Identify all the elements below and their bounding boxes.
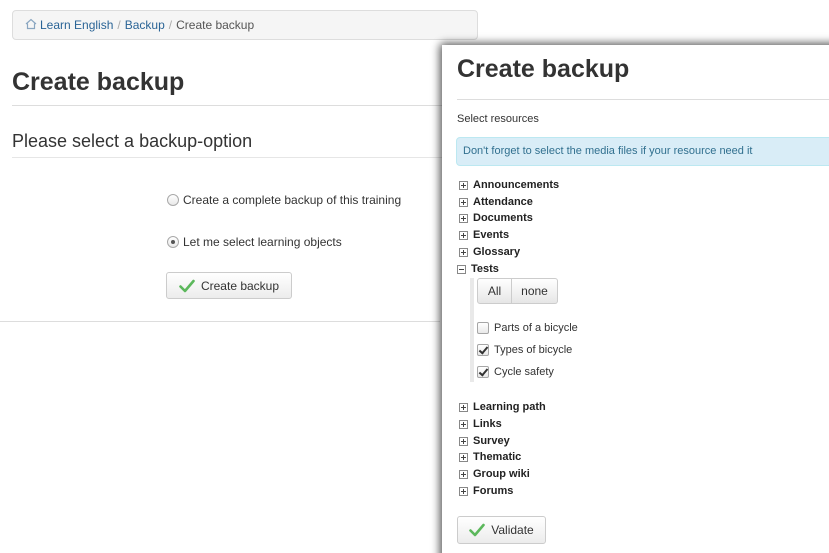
expand-icon[interactable] xyxy=(459,213,468,223)
create-backup-button-label: Create backup xyxy=(200,278,280,293)
expand-icon[interactable] xyxy=(459,197,468,207)
home-icon[interactable] xyxy=(25,18,37,30)
section-subtitle: Please select a backup-option xyxy=(12,131,253,151)
check-icon xyxy=(179,279,195,292)
resource-label: Documents xyxy=(473,212,533,224)
resource-label: Links xyxy=(473,418,502,430)
resource-item-announcements[interactable]: Announcements xyxy=(459,178,559,192)
option-select-objects-label: Let me select learning objects xyxy=(183,235,342,249)
validate-button[interactable]: Validate xyxy=(457,516,546,544)
checkbox[interactable] xyxy=(477,366,489,378)
breadcrumb: Learn English / Backup / Create backup xyxy=(12,10,478,40)
resource-label: Group wiki xyxy=(473,468,530,480)
resource-page-title: Create backup xyxy=(457,55,630,83)
expand-icon[interactable] xyxy=(459,180,468,190)
test-item-parts-of-bicycle[interactable]: Parts of a bicycle xyxy=(477,322,578,334)
breadcrumb-separator: / xyxy=(117,18,121,32)
option-complete-backup[interactable]: Create a complete backup of this trainin… xyxy=(167,193,401,207)
subtitle-divider xyxy=(12,157,482,158)
select-all-button[interactable]: All xyxy=(477,278,512,304)
resource-label: Glossary xyxy=(473,246,521,258)
expand-icon[interactable] xyxy=(459,452,468,462)
resource-item-glossary[interactable]: Glossary xyxy=(459,245,520,259)
resource-selection-window: Create backup Select resources Don't for… xyxy=(442,45,829,553)
expand-icon[interactable] xyxy=(459,419,468,429)
resource-item-links[interactable]: Links xyxy=(459,417,502,431)
expand-icon[interactable] xyxy=(459,402,468,412)
resource-item-group-wiki[interactable]: Group wiki xyxy=(459,467,530,481)
checkbox[interactable] xyxy=(477,322,489,334)
breadcrumb-separator: / xyxy=(168,18,173,32)
resource-label: Attendance xyxy=(473,196,533,208)
expand-icon[interactable] xyxy=(459,230,468,240)
expand-icon[interactable] xyxy=(459,486,468,496)
select-all-none-group: All none xyxy=(477,278,558,304)
breadcrumb-backup-link[interactable]: Backup xyxy=(125,18,165,32)
resource-label: Thematic xyxy=(473,451,522,463)
resource-label: Events xyxy=(473,229,510,241)
resource-item-thematic[interactable]: Thematic xyxy=(459,450,521,464)
resource-item-documents[interactable]: Documents xyxy=(459,211,533,225)
option-complete-backup-label: Create a complete backup of this trainin… xyxy=(183,193,402,207)
radio-complete-backup[interactable] xyxy=(167,194,179,206)
check-icon xyxy=(469,523,486,537)
resource-label: Announcements xyxy=(473,179,560,191)
validate-button-label: Validate xyxy=(491,523,534,537)
expand-icon[interactable] xyxy=(459,436,468,446)
test-label: Cycle safety xyxy=(494,366,554,378)
media-files-notice: Don't forget to select the media files i… xyxy=(456,137,829,166)
option-select-objects[interactable]: Let me select learning objects xyxy=(167,235,342,249)
test-label: Types of bicycle xyxy=(494,344,573,356)
breadcrumb-current: Create backup xyxy=(176,18,255,32)
test-label: Parts of a bicycle xyxy=(494,322,578,334)
resource-item-learning-path[interactable]: Learning path xyxy=(459,400,546,414)
resource-title-divider xyxy=(457,99,829,100)
resource-label: Tests xyxy=(471,263,499,275)
collapse-icon[interactable] xyxy=(457,264,466,274)
resource-item-tests[interactable]: Tests xyxy=(457,262,499,276)
test-item-cycle-safety[interactable]: Cycle safety xyxy=(477,366,554,378)
resource-item-survey[interactable]: Survey xyxy=(459,434,510,448)
tests-group-indent xyxy=(470,278,474,382)
radio-select-objects[interactable] xyxy=(167,236,179,248)
select-resources-label: Select resources xyxy=(457,113,539,125)
test-item-types-of-bicycle[interactable]: Types of bicycle xyxy=(477,344,572,356)
checkbox[interactable] xyxy=(477,344,489,356)
footer-divider xyxy=(0,321,440,322)
page-title: Create backup xyxy=(12,68,185,96)
resource-item-attendance[interactable]: Attendance xyxy=(459,195,533,209)
resource-label: Forums xyxy=(473,485,514,497)
resource-item-forums[interactable]: Forums xyxy=(459,484,513,498)
create-backup-button[interactable]: Create backup xyxy=(166,272,292,299)
expand-icon[interactable] xyxy=(459,469,468,479)
resource-item-events[interactable]: Events xyxy=(459,228,509,242)
select-none-button[interactable]: none xyxy=(512,278,558,304)
title-divider xyxy=(12,105,482,106)
resource-label: Learning path xyxy=(473,401,546,413)
breadcrumb-home-link[interactable]: Learn English xyxy=(40,18,113,32)
expand-icon[interactable] xyxy=(459,247,468,257)
resource-label: Survey xyxy=(473,435,510,447)
